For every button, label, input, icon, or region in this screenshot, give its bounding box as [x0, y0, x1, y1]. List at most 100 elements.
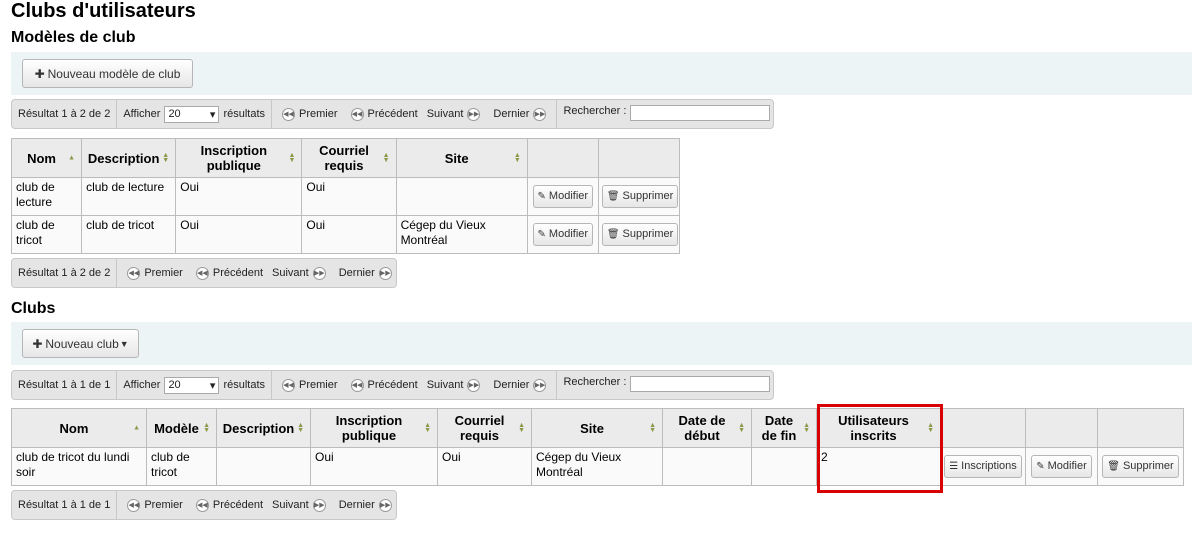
- plus-icon: ✚: [34, 66, 45, 81]
- last-page-link[interactable]: Dernier ▶▶: [339, 266, 396, 280]
- sort-icon: ▲ ▼: [513, 152, 521, 164]
- col-header[interactable]: Inscription publique ▲ ▼: [310, 408, 438, 448]
- plus-icon: ✚: [32, 336, 43, 351]
- trash-icon: 🗑: [1107, 461, 1120, 472]
- first-icon: ◀◀: [282, 378, 296, 392]
- edit-button[interactable]: ✎ Modifier: [532, 223, 594, 246]
- clubs-toolbar: ✚ Nouveau club ▼: [11, 322, 1192, 365]
- col-header-empty: [526, 138, 599, 178]
- clubs-table: Nom ▲ Modèle ▲ ▼ Description ▲ ▼ Inscription …: [11, 408, 1184, 486]
- next-page-link[interactable]: Suivant ▶▶: [427, 378, 485, 392]
- col-header[interactable]: Nom ▲: [11, 408, 147, 448]
- prev-page-link[interactable]: ◀◀ Précédent: [347, 107, 418, 121]
- first-page-link[interactable]: ◀◀ Premier: [123, 266, 183, 280]
- sort-icon: ▲ ▼: [424, 422, 431, 434]
- edit-button[interactable]: ✎ Modifier: [532, 185, 594, 208]
- search-input[interactable]: [630, 376, 771, 392]
- sort-icon: ▲ ▼: [927, 422, 934, 434]
- search-label: Rechercher :: [563, 376, 627, 388]
- col-header-empty: [1025, 408, 1098, 448]
- last-icon: ▶▶: [533, 378, 547, 392]
- col-header[interactable]: Courriel requis ▲ ▼: [301, 138, 397, 178]
- delete-button[interactable]: 🗑 Supprimer: [601, 223, 679, 246]
- prev-page-link[interactable]: ◀◀ Précédent: [347, 378, 418, 392]
- sort-icon: ▲ ▼: [382, 152, 390, 164]
- first-page-link[interactable]: ◀◀ Premier: [123, 498, 183, 512]
- next-icon: ▶▶: [312, 498, 326, 512]
- col-header[interactable]: Description ▲ ▼: [216, 408, 311, 448]
- prev-page-link[interactable]: ◀◀ Précédent: [192, 498, 263, 512]
- page-size-select[interactable]: 20 ▾: [164, 376, 220, 394]
- dropdown-arrow-icon: ▾: [209, 108, 216, 121]
- col-header[interactable]: Description ▲ ▼: [81, 138, 177, 178]
- first-page-link[interactable]: ◀◀ Premier: [278, 107, 338, 121]
- enrolled-count: 2: [816, 447, 941, 486]
- prev-icon: ◀◀: [195, 498, 209, 512]
- list-icon: ☰: [949, 461, 959, 472]
- next-page-link[interactable]: Suivant ▶▶: [272, 498, 330, 512]
- edit-button[interactable]: ✎ Modifier: [1031, 455, 1092, 478]
- sort-icon: ▲ ▼: [297, 422, 304, 434]
- next-icon: ▶▶: [312, 266, 326, 280]
- col-header[interactable]: Inscription publique ▲ ▼: [175, 138, 303, 178]
- sort-icon: ▲ ▼: [738, 422, 745, 434]
- col-header-empty: [1097, 408, 1184, 448]
- col-header[interactable]: Nom ▲: [10, 138, 83, 178]
- next-page-link[interactable]: Suivant ▶▶: [272, 266, 330, 280]
- sort-icon: ▲ ▼: [288, 152, 296, 164]
- templates-heading: Modèles de club: [11, 29, 136, 46]
- next-icon: ▶▶: [467, 378, 481, 392]
- first-icon: ◀◀: [282, 107, 296, 121]
- col-header[interactable]: Site ▲ ▼: [531, 408, 663, 448]
- sort-icon: ▲ ▼: [162, 152, 170, 164]
- new-template-button[interactable]: ✚ Nouveau modèle de club: [22, 59, 193, 88]
- sort-icon: ▲ ▼: [803, 422, 810, 434]
- col-header[interactable]: Courriel requis ▲ ▼: [437, 408, 532, 448]
- templates-pager-bottom: Résultat 1 à 2 de 2 ◀◀ Premier ◀◀ Précéden…: [11, 258, 397, 288]
- sort-icon: ▲ ▼: [518, 422, 525, 434]
- templates-toolbar: ✚ Nouveau modèle de club: [11, 52, 1192, 95]
- col-header[interactable]: Modèle ▲ ▼: [146, 408, 217, 448]
- clubs-pager-top: Résultat 1 à 1 de 1 Afficher 20 ▾ résulta…: [11, 370, 774, 400]
- page-size-select[interactable]: 20 ▾: [164, 105, 220, 123]
- prev-icon: ◀◀: [195, 266, 209, 280]
- prev-icon: ◀◀: [350, 378, 364, 392]
- caret-down-icon: ▼: [119, 338, 129, 349]
- clubs-heading: Clubs: [11, 300, 56, 317]
- enrollments-button[interactable]: ☰ Inscriptions: [944, 455, 1022, 478]
- col-header[interactable]: Site ▲ ▼: [395, 138, 528, 178]
- delete-button[interactable]: 🗑 Supprimer: [1102, 455, 1179, 478]
- pencil-icon: ✎: [537, 191, 546, 202]
- prev-page-link[interactable]: ◀◀ Précédent: [192, 266, 263, 280]
- pager-info: Résultat 1 à 2 de 2: [18, 108, 111, 120]
- pencil-icon: ✎: [537, 229, 546, 240]
- last-page-link[interactable]: Dernier ▶▶: [493, 107, 550, 121]
- new-club-button[interactable]: ✚ Nouveau club ▼: [22, 329, 139, 358]
- table-row: club de tricot club de tricot Oui Oui Cé…: [10, 215, 681, 254]
- col-header[interactable]: Date de début ▲ ▼: [662, 408, 752, 448]
- sort-asc-icon: ▲: [68, 154, 76, 162]
- col-header-empty: [940, 408, 1026, 448]
- first-icon: ◀◀: [127, 266, 141, 280]
- first-page-link[interactable]: ◀◀ Premier: [278, 378, 338, 392]
- next-icon: ▶▶: [467, 107, 481, 121]
- dropdown-arrow-icon: ▾: [209, 379, 216, 392]
- trash-icon: 🗑: [606, 191, 620, 202]
- page-title: Clubs d'utilisateurs: [11, 0, 196, 22]
- last-page-link[interactable]: Dernier ▶▶: [493, 378, 550, 392]
- table-row: club de lecture club de lecture Oui Oui …: [10, 177, 681, 216]
- search-label: Rechercher :: [563, 105, 627, 117]
- table-row: club de tricot du lundi soir club de tri…: [11, 447, 1184, 486]
- col-header[interactable]: Utilisateurs inscrits ▲ ▼: [816, 408, 941, 448]
- pencil-icon: ✎: [1036, 461, 1045, 472]
- search-input[interactable]: [630, 105, 771, 121]
- next-page-link[interactable]: Suivant ▶▶: [427, 107, 485, 121]
- clubs-pager-bottom: Résultat 1 à 1 de 1 ◀◀ Premier ◀◀ Précéden…: [11, 490, 397, 520]
- last-page-link[interactable]: Dernier ▶▶: [339, 498, 396, 512]
- sort-asc-icon: ▲: [133, 424, 140, 432]
- delete-button[interactable]: 🗑 Supprimer: [601, 185, 679, 208]
- prev-icon: ◀◀: [350, 107, 364, 121]
- pager-info: Résultat 1 à 1 de 1: [18, 499, 111, 511]
- last-icon: ▶▶: [378, 266, 392, 280]
- col-header[interactable]: Date de fin ▲ ▼: [751, 408, 817, 448]
